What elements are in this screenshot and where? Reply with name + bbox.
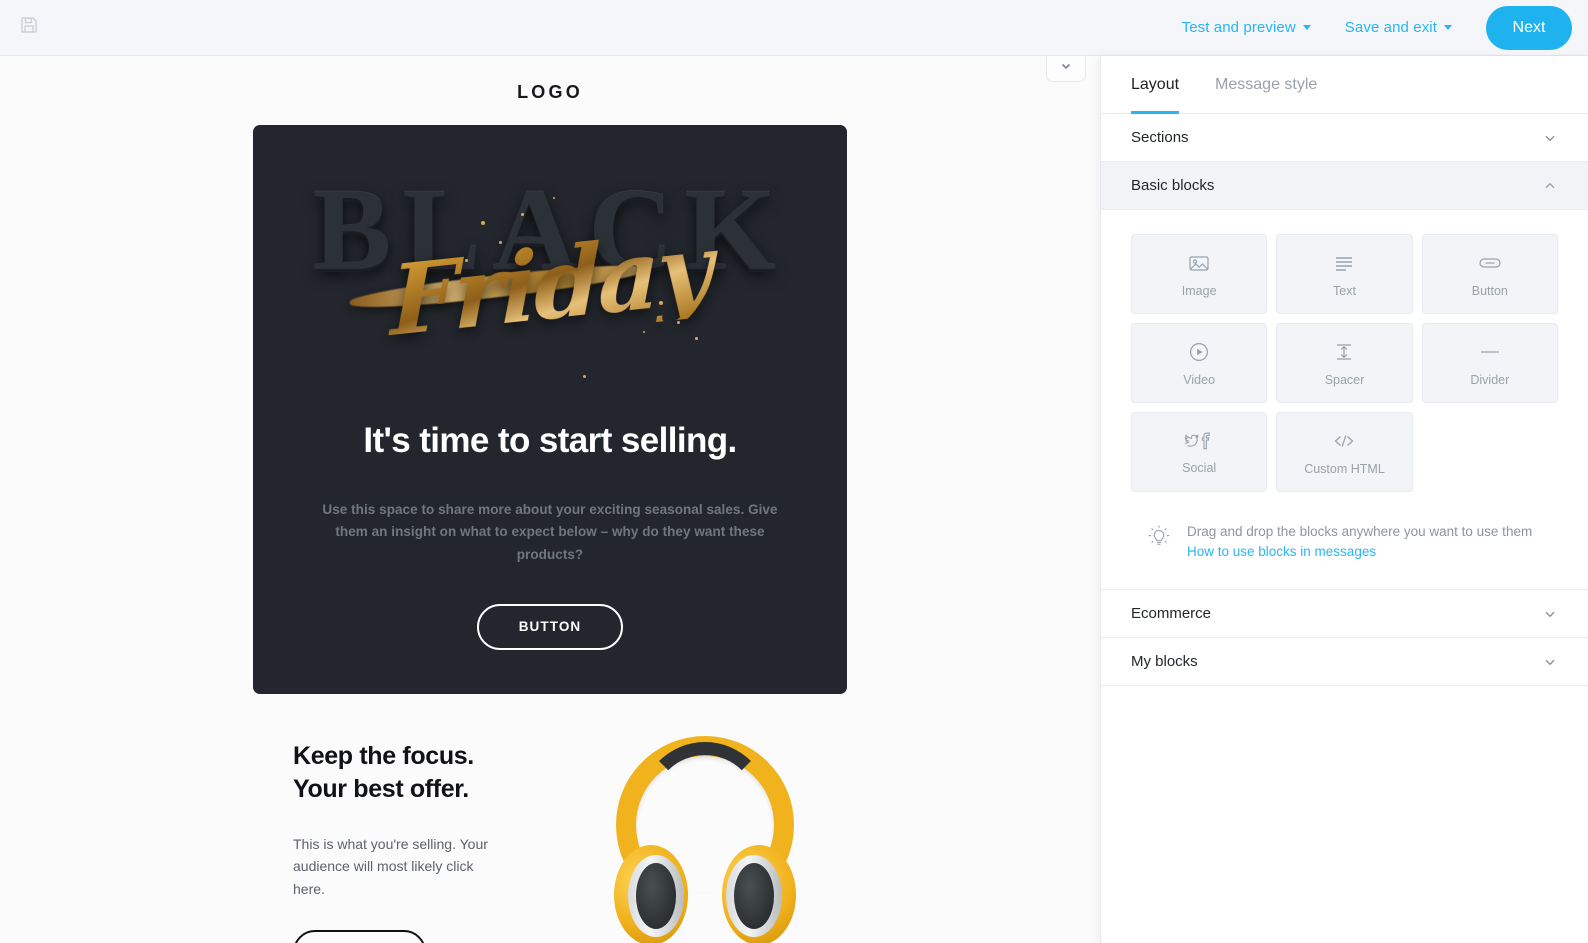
block-divider[interactable]: Divider [1421,323,1558,403]
button-pill-icon [1476,251,1504,275]
blocks-hint-text: Drag and drop the blocks anywhere you wa… [1187,524,1533,539]
offer-paragraph: This is what you're selling. Your audien… [293,835,488,897]
accordion-sections[interactable]: Sections [1101,114,1588,162]
block-custom-html-label: Custom HTML [1304,461,1385,476]
artwork-sparkle [481,221,485,225]
offer-section[interactable]: Keep the focus. Your best offer. This is… [253,723,847,943]
play-circle-icon [1187,340,1211,364]
block-divider-label: Divider [1470,372,1510,387]
block-custom-html[interactable]: Custom HTML [1276,412,1413,492]
black-friday-artwork: BLACK Friday [253,125,847,415]
chevron-up-icon [1542,178,1558,194]
canvas-collapse-toggle[interactable] [1046,56,1086,82]
tab-message-style[interactable]: Message style [1215,56,1317,113]
test-and-preview-menu[interactable]: Test and preview [1182,19,1311,36]
next-button[interactable]: Next [1486,5,1572,50]
block-social[interactable]: Social [1131,412,1268,492]
hero-paragraph: Use this space to share more about your … [322,502,778,562]
artwork-sparkle [659,301,663,305]
lightbulb-icon [1147,522,1171,555]
block-image-label: Image [1181,283,1217,298]
blocks-hint-text-wrap: Drag and drop the blocks anywhere you wa… [1187,522,1532,559]
block-image[interactable]: Image [1131,234,1268,314]
social-twitter-facebook-icon [1183,430,1215,452]
chevron-down-icon [1542,606,1558,622]
floppy-disk-save-icon [19,15,39,40]
accordion-basic-blocks[interactable]: Basic blocks [1101,162,1588,210]
test-and-preview-label: Test and preview [1181,19,1296,36]
artwork-sparkle [553,197,555,199]
artwork-sparkle [465,259,468,262]
email-editor-app: Test and preview Save and exit Next LOGO [0,0,1588,943]
artwork-sparkle [499,241,502,244]
basic-blocks-grid: Image Text Button Video Spacer Divider S… [1131,234,1558,492]
artwork-sparkle [521,213,524,216]
save-and-exit-menu[interactable]: Save and exit [1345,19,1452,36]
accordion-ecommerce[interactable]: Ecommerce [1101,590,1588,639]
accordion-my-blocks[interactable]: My blocks [1101,638,1588,687]
offer-text-column: Keep the focus. Your best offer. This is… [253,724,553,943]
hero-section[interactable]: BLACK Friday It's time to start selling.… [253,125,847,694]
chevron-down-icon [1542,654,1558,670]
how-to-use-blocks-link[interactable]: How to use blocks in messages [1187,544,1532,559]
block-spacer[interactable]: Spacer [1276,323,1413,403]
block-text-label: Text [1333,283,1356,298]
email-canvas: LOGO BLACK Friday It's time to start sel… [0,56,1100,943]
caret-down-icon [1444,25,1452,30]
basic-blocks-body: Image Text Button Video Spacer Divider S… [1101,210,1588,590]
editor-body: LOGO BLACK Friday It's time to start sel… [0,56,1588,943]
yellow-headphones-image [610,730,800,943]
top-toolbar: Test and preview Save and exit Next [0,0,1588,56]
blocks-hint: Drag and drop the blocks anywhere you wa… [1131,492,1558,589]
block-video-label: Video [1183,372,1216,387]
chevron-down-icon [1059,59,1073,78]
image-icon [1187,251,1211,275]
tab-layout[interactable]: Layout [1131,56,1180,114]
block-video[interactable]: Video [1131,323,1268,403]
horizontal-line-icon [1476,340,1504,364]
code-brackets-icon [1330,429,1358,453]
hero-cta-button[interactable]: BUTTON [476,603,624,650]
blocks-panel: Layout Message style Sections Basic bloc… [1100,56,1588,943]
email-document: LOGO BLACK Friday It's time to start sel… [0,56,1100,943]
block-button-label: Button [1471,283,1508,298]
offer-heading-line2: Your best offer. [293,775,469,804]
block-spacer-label: Spacer [1324,372,1365,387]
offer-cta-button[interactable]: BUTTON [293,929,426,943]
text-lines-icon [1332,251,1356,275]
email-logo: LOGO [517,82,583,102]
accordion-ecommerce-label: Ecommerce [1131,605,1212,623]
artwork-sparkle [583,375,586,378]
hero-button-row: BUTTON [253,566,847,650]
hero-heading: It's time to start selling. [363,421,737,460]
caret-down-icon [1302,25,1311,30]
chevron-down-icon [1542,130,1558,146]
offer-heading-line1: Keep the focus. [293,741,474,770]
accordion-my-blocks-label: My blocks [1131,653,1198,671]
offer-image-column [563,724,847,943]
accordion-basic-blocks-label: Basic blocks [1131,177,1215,194]
artwork-sparkle [643,331,645,333]
block-button[interactable]: Button [1421,234,1558,314]
artwork-sparkle [695,337,698,340]
save-and-exit-label: Save and exit [1344,19,1437,36]
block-text[interactable]: Text [1276,234,1413,314]
save-button[interactable] [12,11,46,45]
panel-tabs: Layout Message style [1101,56,1588,114]
artwork-sparkle [677,321,680,324]
accordion-sections-label: Sections [1131,129,1189,146]
block-social-label: Social [1182,460,1217,475]
vertical-arrows-icon [1332,340,1356,364]
